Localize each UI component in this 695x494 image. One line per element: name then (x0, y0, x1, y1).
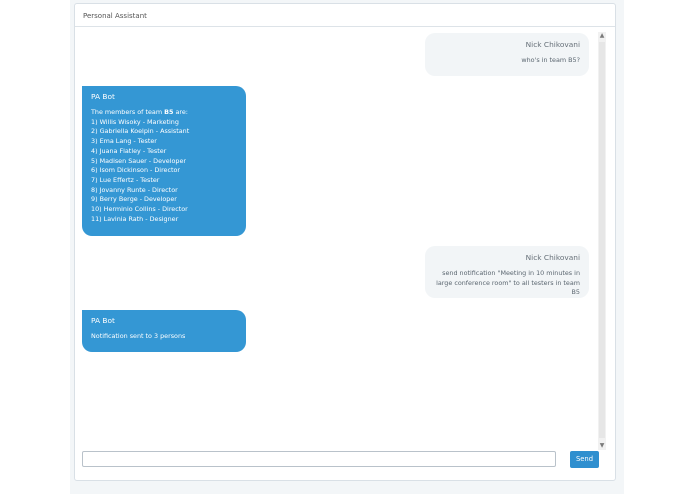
member-item: 6) Isom Dickinson - Director (91, 166, 181, 175)
scroll-up-icon[interactable]: ▲ (598, 32, 606, 40)
member-item: 11) Lavinia Rath - Designer (91, 214, 179, 223)
member-list: 1) Willis Wisoky - Marketing 2) Gabriell… (91, 118, 237, 225)
message-list: Nick Chikovani who's in team B5? PA Bot … (81, 28, 597, 446)
message-text: Notification sent to 3 persons (91, 332, 186, 340)
member-item: 7) Lue Effertz - Tester (91, 175, 160, 184)
user-message: Nick Chikovani who's in team B5? (425, 33, 589, 76)
message-sender: Nick Chikovani (525, 253, 580, 262)
user-message: Nick Chikovani send notification "Meetin… (425, 246, 589, 298)
message-text: send notification "Meeting in 10 minutes… (436, 269, 583, 297)
member-item: 9) Berry Berge - Developer (91, 195, 177, 204)
scroll-thumb[interactable] (599, 42, 605, 438)
panel-title: Personal Assistant (75, 4, 615, 27)
message-sender: Nick Chikovani (525, 40, 580, 49)
member-item: 1) Willis Wisoky - Marketing (91, 117, 179, 126)
member-item: 3) Ema Lang - Tester (91, 137, 157, 146)
message-sender: PA Bot (91, 316, 115, 325)
member-item: 8) Jovanny Runte - Director (91, 185, 178, 194)
team-name: B5 (164, 108, 174, 116)
scroll-down-icon[interactable]: ▼ (598, 442, 606, 450)
member-item: 2) Gabriella Koelpin - Assistant (91, 127, 190, 136)
member-item: 10) Herminio Collins - Director (91, 205, 188, 214)
bot-message: PA Bot Notification sent to 3 persons (82, 310, 246, 352)
member-item: 5) Madisen Sauer - Developer (91, 156, 187, 165)
message-input[interactable] (82, 451, 556, 467)
chat-scrollbar[interactable]: ▲ ▼ (598, 32, 606, 450)
message-intro-end: are: (173, 108, 188, 116)
message-text: who's in team B5? (521, 56, 580, 64)
member-item: 4) Juana Flatley - Tester (91, 146, 167, 155)
send-button[interactable]: Send (570, 451, 599, 468)
message-sender: PA Bot (91, 92, 115, 101)
message-intro: The members of team (91, 108, 165, 116)
message-text: The members of team B5 are: (91, 108, 237, 118)
bot-message: PA Bot The members of team B5 are: 1) Wi… (82, 86, 246, 236)
